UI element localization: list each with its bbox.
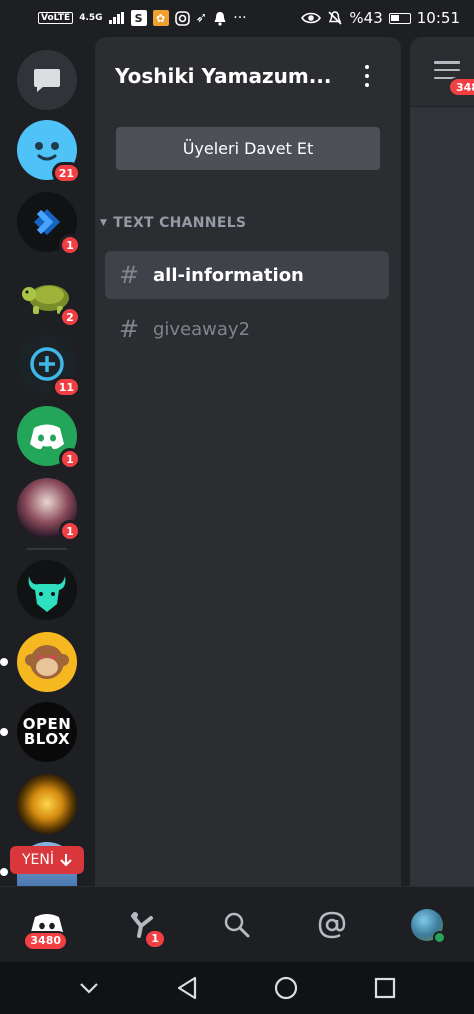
status-bar-left: VoLTE 4.5G S ✿ ➶ ··· — [38, 10, 247, 26]
unread-badge: 1 — [59, 234, 81, 256]
home-badge: 3480 — [23, 930, 69, 951]
volte-indicator: VoLTE — [38, 12, 74, 24]
search-icon — [224, 912, 250, 937]
chat-header: 3480 — [410, 37, 474, 107]
nav-mentions[interactable] — [302, 895, 362, 955]
channel-all-information[interactable]: # all-information — [105, 251, 389, 299]
arrow-down-icon — [60, 854, 72, 867]
channel-giveaway2[interactable]: # giveaway2 — [105, 305, 389, 353]
app-root: VoLTE 4.5G S ✿ ➶ ··· %43 10:51 21 1 2 11… — [0, 0, 474, 1014]
eye-icon — [301, 12, 322, 24]
chat-bubble-icon — [34, 69, 60, 92]
more-icon: ··· — [233, 10, 247, 26]
unread-badge: 1 — [59, 520, 81, 542]
category-label: TEXT CHANNELS — [113, 215, 247, 231]
direct-messages-button[interactable] — [17, 50, 77, 110]
unread-dot — [0, 728, 8, 736]
server-anime[interactable]: 1 — [17, 478, 81, 542]
channel-name: giveaway2 — [153, 318, 251, 340]
unread-dot — [0, 868, 8, 876]
monkey-icon — [25, 645, 69, 679]
server-turtle[interactable]: 2 — [17, 264, 81, 328]
unread-badge: 21 — [51, 162, 81, 184]
hash-icon: # — [118, 315, 140, 343]
new-pill-label: YENİ — [22, 852, 54, 868]
online-status-indicator — [432, 930, 446, 944]
battery-icon — [388, 12, 411, 24]
openblox-logo-text: BLOX — [23, 730, 71, 748]
server-bull[interactable] — [17, 560, 77, 620]
status-bar: VoLTE 4.5G S ✿ ➶ ··· %43 10:51 — [0, 0, 474, 36]
recents-square-icon[interactable] — [374, 977, 396, 999]
server-openblox[interactable]: OPEN BLOX — [0, 702, 77, 762]
server-monkey[interactable] — [0, 632, 77, 692]
channel-panel: Yoshiki Yamazum... Üyeleri Davet Et ▼ TE… — [95, 37, 401, 886]
bell-icon — [214, 11, 226, 26]
nav-search[interactable] — [207, 895, 267, 955]
nav-profile[interactable] — [397, 895, 457, 955]
chat-panel-peek[interactable]: 3480 — [410, 37, 474, 886]
chevron-down-icon: ▼ — [100, 218, 108, 228]
chevron-down-icon[interactable] — [78, 981, 100, 995]
server-discord[interactable]: 1 — [17, 406, 81, 470]
server-arrow[interactable]: 1 — [17, 192, 81, 256]
server-header[interactable]: Yoshiki Yamazum... — [115, 61, 395, 91]
s-app-icon: S — [130, 10, 147, 26]
rail-divider — [27, 548, 67, 550]
channel-name: all-information — [153, 264, 304, 286]
invite-members-button[interactable]: Üyeleri Davet Et — [116, 127, 380, 170]
unread-badge: 11 — [51, 376, 81, 398]
at-sign-icon — [318, 911, 346, 938]
bull-icon — [28, 576, 66, 612]
mention-badge: 3480 — [448, 77, 474, 97]
mute-icon — [328, 11, 342, 25]
rocket-icon: ➶ — [195, 10, 208, 26]
server-rail: 21 1 2 11 1 1 OPEN BLOX YENİ — [0, 36, 94, 886]
server-name: Yoshiki Yamazum... — [115, 64, 332, 88]
more-options-icon[interactable] — [355, 63, 379, 89]
server-gold-orb[interactable] — [17, 774, 77, 834]
category-text-channels[interactable]: ▼ TEXT CHANNELS — [100, 215, 246, 231]
new-unreads-pill[interactable]: YENİ — [10, 846, 84, 874]
battery-percent: %43 — [349, 9, 383, 27]
user-avatar — [410, 908, 446, 944]
bottom-nav: 3480 1 — [0, 886, 474, 962]
nav-friends[interactable]: 1 — [112, 895, 172, 955]
clock: 10:51 — [416, 9, 460, 27]
home-circle-icon[interactable] — [274, 976, 298, 1000]
unread-dot — [0, 658, 8, 666]
nav-home[interactable]: 3480 — [17, 895, 77, 955]
system-navigation-bar — [0, 962, 474, 1014]
network-indicator: 4.5G — [79, 13, 103, 23]
friends-badge: 1 — [144, 928, 166, 949]
signal-icon — [108, 12, 124, 24]
instagram-icon — [174, 10, 190, 26]
server-blue-face[interactable]: 21 — [17, 120, 81, 184]
server-plus[interactable]: 11 — [17, 334, 81, 398]
status-bar-right: %43 10:51 — [301, 9, 460, 27]
notification-app-icon: ✿ — [152, 10, 169, 26]
unread-badge: 1 — [59, 448, 81, 470]
back-triangle-icon[interactable] — [176, 976, 198, 1000]
hash-icon: # — [118, 261, 140, 289]
unread-badge: 2 — [59, 306, 81, 328]
